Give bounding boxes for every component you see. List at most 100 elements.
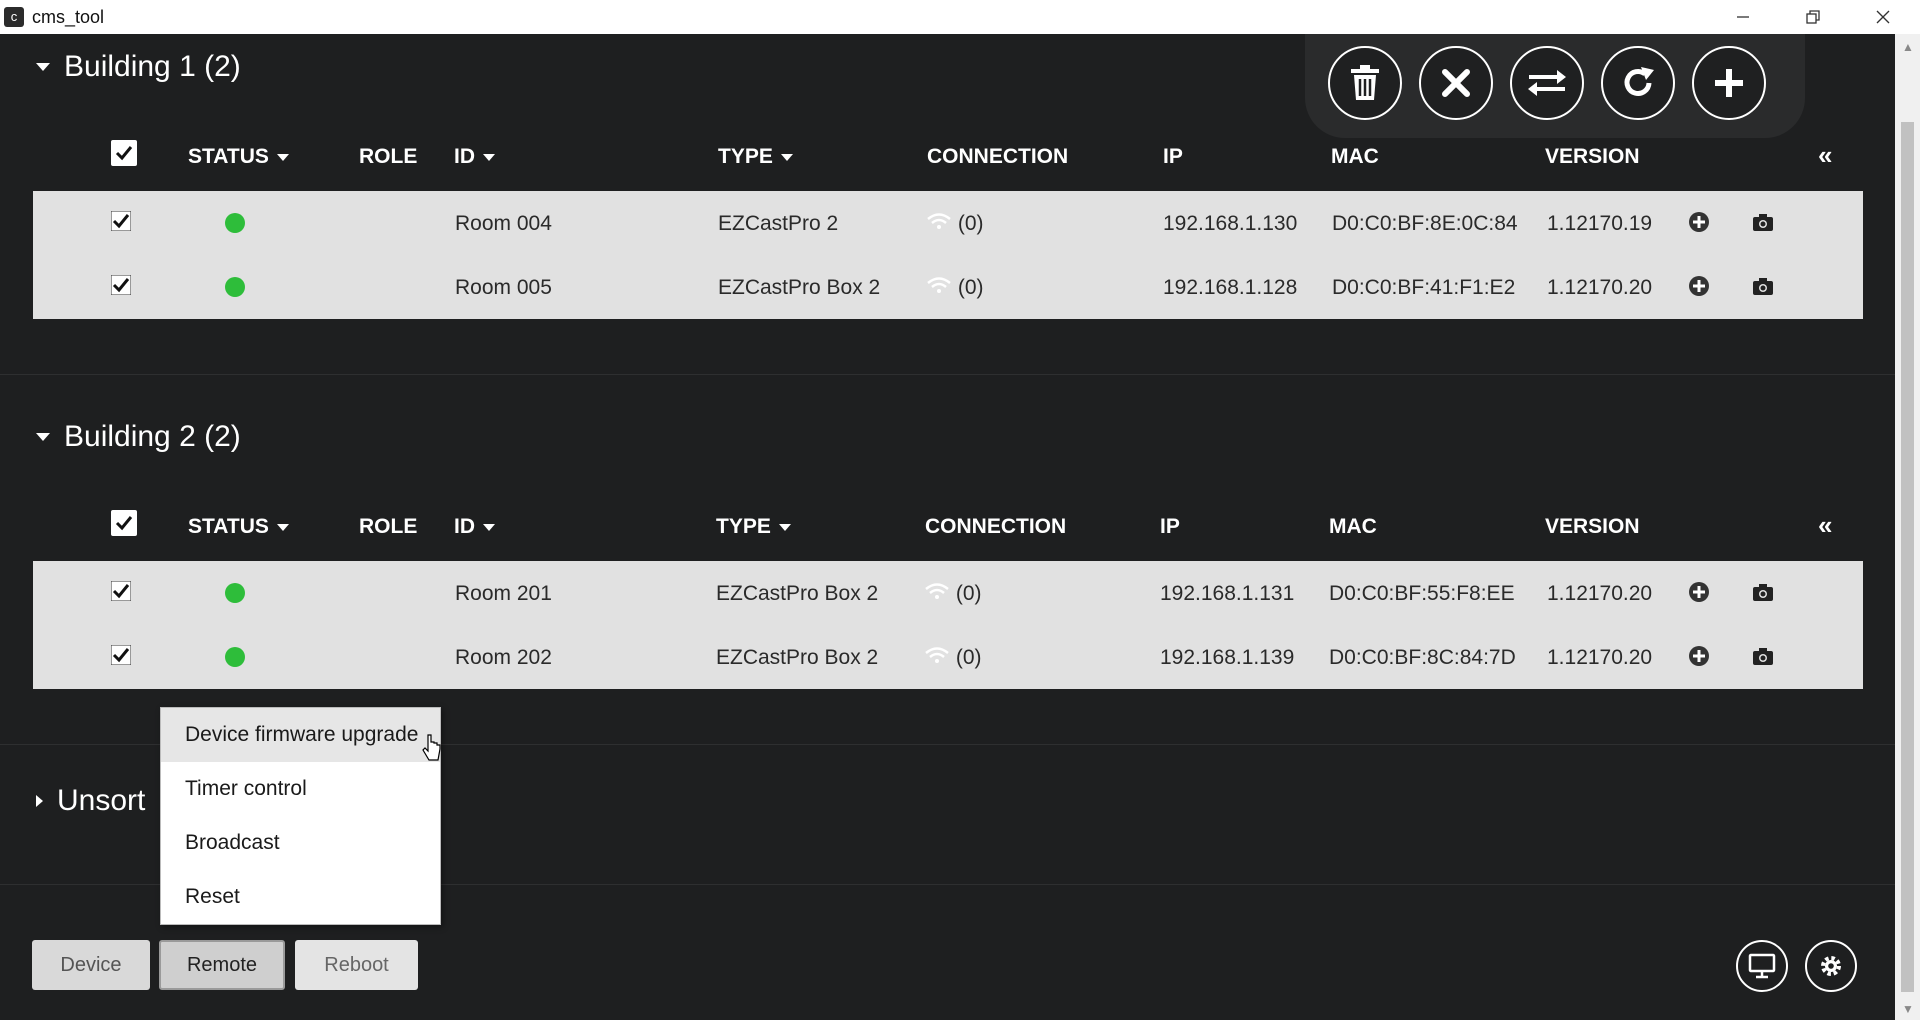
column-header-connection[interactable]: CONNECTION (925, 515, 1066, 539)
vertical-scrollbar[interactable]: ▲ ▼ (1895, 34, 1920, 1020)
cancel-button[interactable] (1419, 46, 1493, 120)
display-button[interactable] (1736, 940, 1788, 992)
cell-connection: (0) (926, 276, 984, 300)
remote-button[interactable]: Remote (159, 940, 285, 990)
cell-connection: (0) (924, 582, 982, 606)
collapse-columns-icon[interactable]: « (1818, 510, 1832, 541)
action-toolbar (1305, 34, 1805, 138)
add-button[interactable] (1692, 46, 1766, 120)
table-row[interactable]: Room 004 EZCastPro 2 (0) 192.168.1.130 D… (33, 191, 1863, 255)
scroll-down-icon[interactable]: ▼ (1902, 1002, 1914, 1016)
restore-button[interactable] (1790, 0, 1836, 34)
select-all-checkbox[interactable] (111, 510, 137, 536)
title-bar: c cms_tool (0, 0, 1920, 34)
row-checkbox[interactable] (111, 211, 131, 231)
swap-button[interactable] (1510, 46, 1584, 120)
scroll-thumb[interactable] (1901, 122, 1914, 992)
scroll-up-icon[interactable]: ▲ (1902, 40, 1914, 54)
column-header-type[interactable]: TYPE (716, 515, 791, 539)
sort-caret-icon (780, 153, 793, 161)
column-header-type[interactable]: TYPE (718, 145, 793, 169)
group-header-building-2[interactable]: Building 2 (2) (36, 420, 241, 454)
column-header-version[interactable]: VERSION (1545, 515, 1640, 539)
menu-item-reset[interactable]: Reset (161, 870, 440, 924)
cell-connection: (0) (926, 212, 984, 236)
collapsed-caret-icon[interactable] (36, 795, 43, 807)
wifi-icon (927, 213, 951, 229)
expand-caret-icon[interactable] (36, 433, 50, 441)
column-header-role[interactable]: ROLE (359, 515, 417, 539)
cell-version: 1.12170.20 (1547, 646, 1653, 669)
wifi-icon (925, 583, 949, 599)
cell-version: 1.12170.19 (1547, 212, 1653, 235)
column-header-ip[interactable]: IP (1160, 515, 1180, 539)
cell-version: 1.12170.20 (1547, 582, 1653, 605)
column-header-id[interactable]: ID (454, 145, 495, 169)
add-circle-icon[interactable] (1688, 581, 1710, 609)
trash-icon (1351, 65, 1379, 100)
cell-type: EZCastPro 2 (718, 212, 839, 235)
column-header-connection[interactable]: CONNECTION (927, 145, 1068, 169)
group-title: Building 2 (2) (64, 420, 241, 453)
swap-icon (1528, 70, 1566, 96)
column-header-version[interactable]: VERSION (1545, 145, 1640, 169)
camera-icon[interactable] (1751, 645, 1775, 673)
sort-caret-icon (483, 153, 495, 161)
menu-item-timer-control[interactable]: Timer control (161, 762, 440, 816)
add-circle-icon[interactable] (1688, 645, 1710, 673)
cell-type: EZCastPro Box 2 (716, 582, 879, 605)
close-window-button[interactable] (1860, 0, 1906, 34)
device-button[interactable]: Device (32, 940, 150, 990)
cell-type: EZCastPro Box 2 (716, 646, 879, 669)
cell-ip: 192.168.1.130 (1163, 212, 1298, 235)
table-row[interactable]: Room 202 EZCastPro Box 2 (0) 192.168.1.1… (33, 625, 1863, 689)
column-header-mac[interactable]: MAC (1331, 145, 1379, 169)
table-row[interactable]: Room 201 EZCastPro Box 2 (0) 192.168.1.1… (33, 561, 1863, 625)
table-row[interactable]: Room 005 EZCastPro Box 2 (0) 192.168.1.1… (33, 255, 1863, 319)
menu-item-broadcast[interactable]: Broadcast (161, 816, 440, 870)
cell-type: EZCastPro Box 2 (718, 276, 881, 299)
sort-caret-icon (778, 523, 791, 531)
column-header-role[interactable]: ROLE (359, 145, 417, 169)
cell-mac: D0:C0:BF:8E:0C:84 (1332, 212, 1518, 235)
delete-button[interactable] (1328, 46, 1402, 120)
cell-version: 1.12170.20 (1547, 276, 1653, 299)
cell-connection: (0) (924, 646, 982, 670)
cell-ip: 192.168.1.139 (1160, 646, 1295, 669)
group-header-unsorted[interactable]: Unsort (36, 784, 145, 818)
refresh-button[interactable] (1601, 46, 1675, 120)
column-header-status[interactable]: STATUS (188, 515, 289, 539)
reboot-button[interactable]: Reboot (295, 940, 418, 990)
add-circle-icon[interactable] (1688, 275, 1710, 303)
row-checkbox[interactable] (111, 645, 131, 665)
gear-icon (1821, 956, 1841, 976)
camera-icon[interactable] (1751, 581, 1775, 609)
check-icon (111, 211, 131, 231)
column-header-id[interactable]: ID (454, 515, 495, 539)
collapse-columns-icon[interactable]: « (1818, 140, 1832, 171)
row-checkbox[interactable] (111, 275, 131, 295)
group-title: Unsort (57, 784, 146, 817)
add-circle-icon[interactable] (1688, 211, 1710, 239)
settings-button[interactable] (1805, 940, 1857, 992)
column-header-status[interactable]: STATUS (188, 145, 289, 169)
column-header-mac[interactable]: MAC (1329, 515, 1377, 539)
cell-ip: 192.168.1.128 (1163, 276, 1298, 299)
row-checkbox[interactable] (111, 581, 131, 601)
refresh-icon (1624, 67, 1654, 96)
table-header: STATUS ROLE ID TYPE CONNECTION IP MAC VE… (33, 496, 1863, 556)
cell-id: Room 202 (455, 646, 552, 669)
group-header-building-1[interactable]: Building 1 (2) (36, 50, 241, 84)
camera-icon[interactable] (1751, 211, 1775, 239)
menu-item-device-firmware-upgrade[interactable]: Device firmware upgrade (161, 708, 440, 762)
check-icon (115, 516, 133, 531)
minimize-button[interactable] (1720, 0, 1766, 34)
column-header-ip[interactable]: IP (1163, 145, 1183, 169)
camera-icon[interactable] (1751, 275, 1775, 303)
cell-id: Room 004 (455, 212, 552, 235)
cell-id: Room 005 (455, 276, 552, 299)
expand-caret-icon[interactable] (36, 63, 50, 71)
check-icon (111, 275, 131, 295)
check-icon (115, 146, 133, 161)
select-all-checkbox[interactable] (111, 140, 137, 166)
